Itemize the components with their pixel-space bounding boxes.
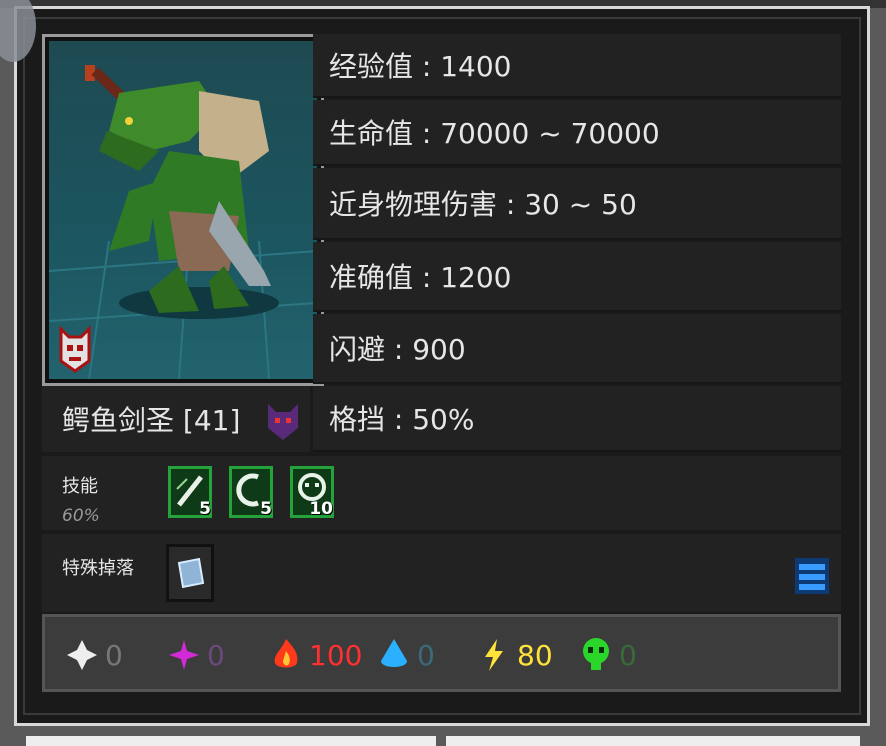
lightning-icon: [485, 639, 503, 671]
res-poison: 0: [579, 637, 637, 673]
skill-slot-1[interactable]: 5: [168, 466, 212, 519]
monster-rank-icon: [55, 325, 95, 373]
bottom-button-right[interactable]: [446, 736, 860, 746]
skills-section: 技能 60% 5 5 10: [42, 456, 841, 530]
stat-evasion: 闪避 : 900: [313, 314, 841, 384]
shuriken-icon: [67, 640, 97, 670]
gem-icon: [177, 557, 205, 589]
monster-class-icon: [264, 398, 302, 449]
magic-star-icon: [169, 640, 199, 670]
res-fire: 100: [269, 637, 362, 673]
skills-label: 技能: [62, 476, 98, 497]
stat-accuracy: 准确值 : 1200: [313, 242, 841, 312]
res-physical: 0: [65, 637, 123, 673]
stat-block: 格挡 : 50%: [313, 386, 841, 452]
stat-melee-damage: 近身物理伤害 : 30 ~ 50: [313, 168, 841, 240]
special-drop-section: 特殊掉落: [42, 534, 841, 612]
special-drop-label: 特殊掉落: [62, 558, 134, 579]
stat-hp: 生命值 : 70000 ~ 70000: [313, 100, 841, 166]
res-magic: 0: [167, 637, 225, 673]
monster-name-row: 鳄鱼剑圣 [41]: [42, 386, 310, 452]
poison-skull-icon: [583, 638, 609, 670]
monster-name: 鳄鱼剑圣 [41]: [62, 404, 241, 437]
fire-icon: [274, 639, 298, 668]
list-menu-icon[interactable]: [795, 556, 829, 596]
monster-portrait: [42, 34, 324, 386]
stat-exp: 经验值 : 1400: [313, 34, 841, 98]
res-lightning: 80: [477, 637, 553, 673]
skills-rate: 60%: [62, 506, 100, 526]
skill-slot-2[interactable]: 5: [229, 466, 273, 519]
water-drop-icon: [381, 639, 407, 667]
bottom-button-left[interactable]: [26, 736, 436, 746]
skill-slot-3[interactable]: 10: [290, 466, 334, 519]
special-drop-slot[interactable]: [166, 544, 214, 602]
resistance-bar: 0 0 100 0 80 0: [42, 614, 841, 692]
res-water: 0: [377, 637, 435, 673]
